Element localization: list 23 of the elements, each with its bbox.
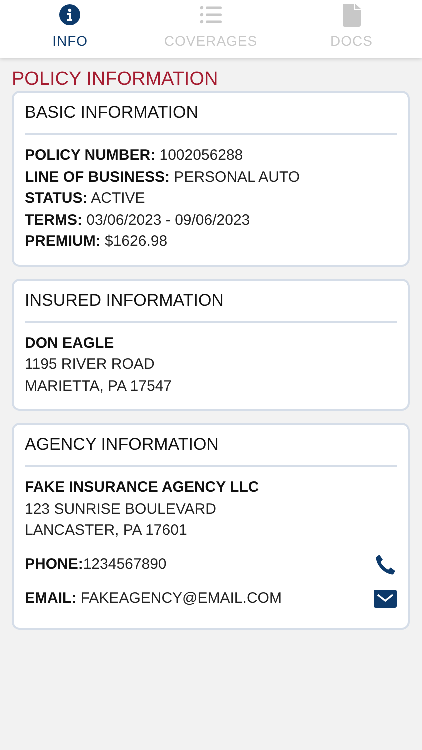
card-title: INSURED INFORMATION [25,290,397,322]
address-line: MARIETTA, PA 17547 [25,376,174,396]
phone-line: PHONE:1234567890 [25,554,167,575]
info-line: TERMS: 03/06/2023 - 09/06/2023 [25,210,252,230]
email-line: EMAIL: FAKEAGENCY@EMAIL.COM [25,588,282,609]
info-line: POLICY NUMBER: 1002056288 [25,146,244,166]
phone-icon[interactable] [375,554,397,576]
info-line: LINE OF BUSINESS: PERSONAL AUTO [25,168,302,188]
info-icon [59,4,82,26]
info-line: STATUS: ACTIVE [25,189,146,209]
card-title: AGENCY INFORMATION [25,435,397,467]
info-line: PREMIUM: $1626.98 [25,232,169,252]
page-title: POLICY INFORMATION [12,68,220,91]
address-line: 1195 RIVER ROAD [25,355,156,375]
address-line: 123 SUNRISE BOULEVARD [25,500,218,520]
email-icon[interactable] [374,590,397,608]
name-text: DON EAGLE [25,334,116,354]
list-icon [200,6,222,24]
card-title: BASIC INFORMATION [25,103,397,135]
name-text: FAKE INSURANCE AGENCY LLC [25,478,260,498]
address-line: LANCASTER, PA 17601 [25,521,188,541]
tab[interactable]: INFO [0,0,141,58]
document-icon [342,4,361,26]
